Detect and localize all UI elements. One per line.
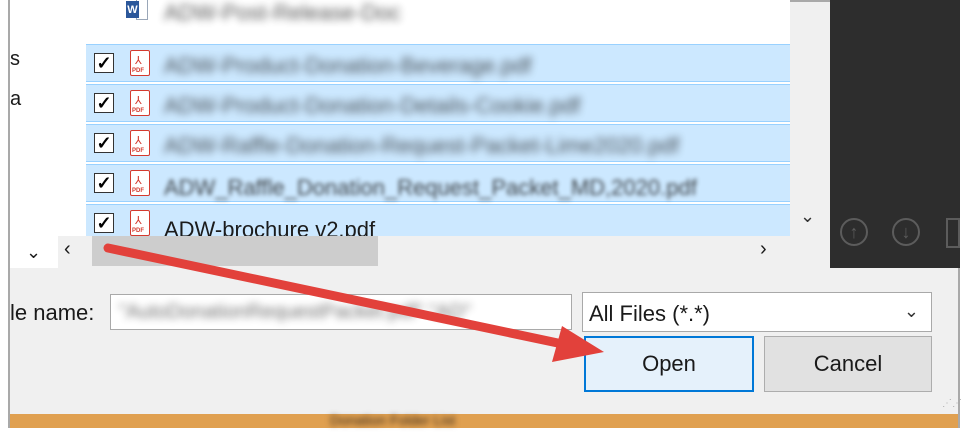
up-arrow-icon[interactable]: ↑ — [840, 218, 868, 246]
file-open-dialog: s a W ADW-Post-Release-Doc ✓ ⅄ PDF ADW-Pr… — [0, 0, 964, 432]
file-name-value: "AutoDonationRequestPacket.pdf" "AD" — [119, 301, 471, 323]
file-name: ADW-Post-Release-Doc — [164, 0, 401, 25]
file-list[interactable]: W ADW-Post-Release-Doc ✓ ⅄ PDF ADW-Produc… — [58, 0, 790, 236]
file-name: ADW-Raffle-Donation-Request-Packet-Lime2… — [164, 133, 680, 158]
file-type-value: All Files (*.*) — [589, 301, 711, 326]
nav-item-clipped[interactable]: a — [10, 88, 21, 111]
checkmark-icon[interactable]: ✓ — [94, 213, 114, 233]
open-button-label: Open — [642, 351, 696, 376]
checkmark-icon[interactable]: ✓ — [94, 93, 114, 113]
file-name: ADW-brochure v2.pdf — [164, 217, 376, 236]
chevron-left-icon[interactable]: ‹ — [64, 238, 71, 261]
pdf-file-icon: ⅄ PDF — [130, 90, 150, 116]
open-button[interactable]: Open — [584, 336, 754, 392]
pdf-file-icon: ⅄ PDF — [130, 210, 150, 236]
chevron-right-icon[interactable]: › — [760, 238, 767, 261]
checkmark-icon[interactable]: ✓ — [94, 133, 114, 153]
taskbar-text: Donation Folder List — [330, 412, 456, 428]
file-type-select[interactable]: All Files (*.*) ⌄ — [582, 292, 932, 332]
file-name: ADW-Product-Donation-Details-Cookie.pdf — [164, 93, 581, 118]
checkmark-icon[interactable]: ✓ — [94, 173, 114, 193]
scrollbar-thumb[interactable] — [92, 236, 378, 266]
pdf-file-icon: ⅄ PDF — [130, 170, 150, 196]
pdf-file-icon: ⅄ PDF — [130, 130, 150, 156]
file-name-input[interactable]: "AutoDonationRequestPacket.pdf" "AD" — [110, 294, 572, 330]
navigation-pane[interactable]: s a — [10, 0, 59, 268]
file-row[interactable]: ✓ ⅄ PDF ADW_Raffle_Donation_Request_Packe… — [86, 164, 790, 202]
checkmark-icon[interactable]: ✓ — [94, 53, 114, 73]
chevron-down-icon[interactable]: ⌄ — [26, 242, 41, 263]
file-name: ADW-Product-Donation-Beverage.pdf — [164, 53, 532, 78]
file-name: ADW_Raffle_Donation_Request_Packet_MD,20… — [164, 175, 697, 200]
cancel-button-label: Cancel — [813, 351, 883, 376]
pdf-file-icon: ⅄ PDF — [130, 50, 150, 76]
taskbar-strip: Donation Folder List — [10, 412, 958, 428]
file-name-label: le name: — [10, 300, 95, 325]
word-file-icon: W — [126, 0, 148, 22]
resize-grip-icon[interactable]: ⋰⋰ — [942, 398, 962, 409]
cancel-button[interactable]: Cancel — [764, 336, 932, 392]
chevron-down-icon[interactable]: ⌄ — [800, 206, 815, 227]
preview-pane: ↑ ↓ — [830, 0, 960, 268]
file-row[interactable]: W ADW-Post-Release-Doc — [86, 0, 790, 30]
file-row[interactable]: ✓ ⅄ PDF ADW-Raffle-Donation-Request-Packe… — [86, 124, 790, 162]
horizontal-scrollbar[interactable]: ‹ › — [58, 236, 790, 268]
nav-item-clipped[interactable]: s — [10, 48, 20, 71]
file-row[interactable]: ✓ ⅄ PDF ADW-Product-Donation-Beverage.pdf — [86, 44, 790, 82]
chevron-down-icon: ⌄ — [903, 301, 919, 321]
file-row[interactable]: ✓ ⅄ PDF ADW-Product-Donation-Details-Cook… — [86, 84, 790, 122]
file-row[interactable]: ✓ ⅄ PDF ADW-brochure v2.pdf — [86, 204, 790, 236]
down-arrow-icon[interactable]: ↓ — [892, 218, 920, 246]
file-preview-icon — [946, 218, 960, 248]
